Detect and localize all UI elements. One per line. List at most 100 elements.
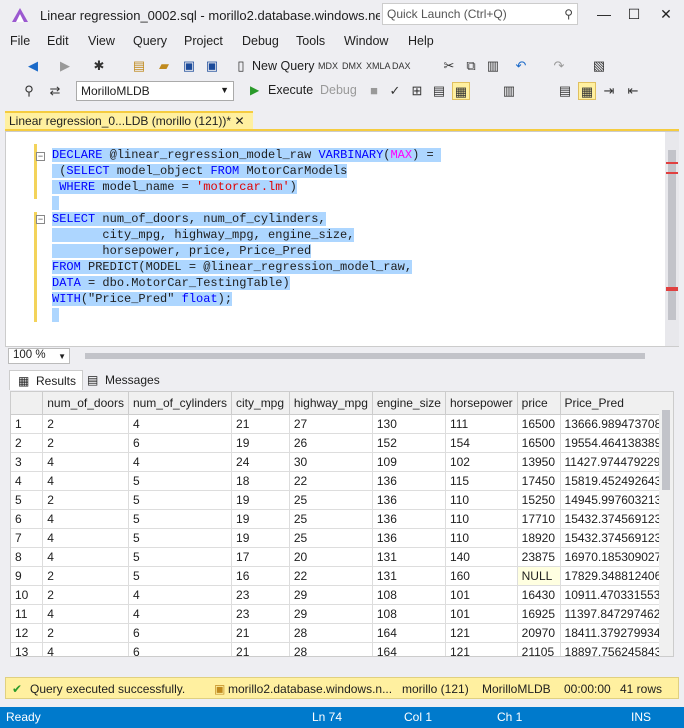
table-cell[interactable]: 164 xyxy=(372,623,446,643)
minimize-button[interactable]: — xyxy=(590,4,618,26)
back-icon[interactable]: ◀ xyxy=(24,57,42,75)
column-header[interactable]: engine_size xyxy=(372,392,446,415)
table-cell[interactable]: 19 xyxy=(231,490,290,510)
new-query-icon[interactable]: ▯ xyxy=(232,57,250,75)
table-cell[interactable]: 5 xyxy=(128,471,233,491)
table-cell[interactable]: 16430 xyxy=(517,585,561,605)
table-cell[interactable]: 110 xyxy=(445,490,518,510)
table-cell[interactable]: 2 xyxy=(42,623,129,643)
row-number[interactable]: 6 xyxy=(11,509,44,529)
table-cell[interactable]: 23 xyxy=(231,585,290,605)
table-cell[interactable]: 23875 xyxy=(517,547,561,567)
table-cell[interactable]: 121 xyxy=(445,642,518,656)
table-cell[interactable]: 110 xyxy=(445,528,518,548)
table-cell[interactable]: 16970.1853090277 xyxy=(560,547,673,567)
menu-window[interactable]: Window xyxy=(344,34,388,48)
column-header[interactable]: highway_mpg xyxy=(289,392,373,415)
row-number[interactable]: 3 xyxy=(11,452,44,472)
tab-query-document[interactable]: Linear regression_0...LDB (morillo (121)… xyxy=(5,111,253,129)
row-number[interactable]: 4 xyxy=(11,471,44,491)
table-cell[interactable]: 14945.9976032138 xyxy=(560,490,673,510)
table-cell[interactable]: 16925 xyxy=(517,604,561,624)
table-cell[interactable]: 110 xyxy=(445,509,518,529)
row-number[interactable]: 9 xyxy=(11,566,44,586)
row-number[interactable]: 8 xyxy=(11,547,44,567)
debug-button[interactable]: Debug xyxy=(320,83,357,97)
table-cell[interactable]: 24 xyxy=(231,452,290,472)
outdent-icon[interactable]: ⇤ xyxy=(624,82,642,100)
table-cell[interactable]: 102 xyxy=(445,452,518,472)
zoom-select[interactable]: 100 % ▼ xyxy=(8,348,70,364)
table-cell[interactable]: 4 xyxy=(42,642,129,656)
table-row[interactable]: 11 4 4 23 29 108 101 16925 11397.8472974629 xyxy=(11,604,673,624)
row-number[interactable]: 7 xyxy=(11,528,44,548)
table-cell[interactable]: NULL xyxy=(517,566,561,586)
table-cell[interactable]: 16500 xyxy=(517,414,561,434)
table-cell[interactable]: 136 xyxy=(372,471,446,491)
column-header[interactable]: city_mpg xyxy=(231,392,290,415)
table-cell[interactable]: 136 xyxy=(372,509,446,529)
editor-horizontal-scrollbar[interactable] xyxy=(85,353,645,359)
sql-editor[interactable]: − − DECLARE @linear_regression_model_raw… xyxy=(5,131,679,347)
table-cell[interactable]: 101 xyxy=(445,604,518,624)
table-cell[interactable]: 17450 xyxy=(517,471,561,491)
table-cell[interactable]: 21105 xyxy=(517,642,561,656)
table-cell[interactable]: 101 xyxy=(445,585,518,605)
table-cell[interactable]: 108 xyxy=(372,604,446,624)
table-cell[interactable]: 13666.9894737085 xyxy=(560,414,673,434)
scroll-thumb[interactable] xyxy=(668,150,676,320)
grid-vertical-scrollbar[interactable] xyxy=(659,392,673,656)
table-cell[interactable]: 109 xyxy=(372,452,446,472)
table-row[interactable]: 6 4 5 19 25 136 110 17710 15432.3745691232 xyxy=(11,509,673,529)
redo-icon[interactable]: ↷ xyxy=(550,57,568,75)
table-cell[interactable]: 4 xyxy=(128,604,233,624)
maximize-button[interactable]: ☐ xyxy=(620,4,648,26)
table-cell[interactable]: 131 xyxy=(372,566,446,586)
table-cell[interactable]: 160 xyxy=(445,566,518,586)
collapse-icon[interactable]: − xyxy=(36,215,45,224)
copy-icon[interactable]: ⧉ xyxy=(462,57,480,75)
table-cell[interactable]: 4 xyxy=(42,452,129,472)
table-cell[interactable]: 108 xyxy=(372,585,446,605)
table-cell[interactable]: 6 xyxy=(128,623,233,643)
table-cell[interactable]: 18411.379279934 xyxy=(560,623,673,643)
table-cell[interactable]: 28 xyxy=(289,642,373,656)
table-cell[interactable]: 21 xyxy=(231,642,290,656)
comment-icon[interactable]: ▤ xyxy=(556,82,574,100)
table-cell[interactable]: 152 xyxy=(372,433,446,453)
column-header[interactable]: price xyxy=(517,392,561,415)
table-row[interactable]: 1 2 4 21 27 130 111 16500 13666.9894737085 xyxy=(11,414,673,434)
table-row[interactable]: 7 4 5 19 25 136 110 18920 15432.3745691232 xyxy=(11,528,673,548)
table-row[interactable]: 13 4 6 21 28 164 121 21105 18897.7562458434 xyxy=(11,642,673,656)
column-header[interactable]: num_of_doors xyxy=(42,392,129,415)
cut-icon[interactable]: ✂ xyxy=(440,57,458,75)
query-options-icon[interactable]: ▥ xyxy=(500,82,518,100)
table-cell[interactable]: 19 xyxy=(231,528,290,548)
menu-query[interactable]: Query xyxy=(133,34,167,48)
table-cell[interactable]: 140 xyxy=(445,547,518,567)
table-cell[interactable]: 4 xyxy=(128,414,233,434)
new-project-icon[interactable]: ✱ xyxy=(90,57,108,75)
open-folder-icon[interactable]: ▰ xyxy=(155,57,173,75)
table-cell[interactable]: 2 xyxy=(42,414,129,434)
table-row[interactable]: 12 2 6 21 28 164 121 20970 18411.379279934 xyxy=(11,623,673,643)
row-number[interactable]: 12 xyxy=(11,623,44,643)
table-cell[interactable]: 2 xyxy=(42,585,129,605)
table-cell[interactable]: 29 xyxy=(289,604,373,624)
row-number[interactable]: 1 xyxy=(11,414,44,434)
column-header[interactable] xyxy=(11,392,44,415)
table-cell[interactable]: 4 xyxy=(42,604,129,624)
table-cell[interactable]: 15432.3745691232 xyxy=(560,509,673,529)
table-cell[interactable]: 136 xyxy=(372,490,446,510)
table-cell[interactable]: 18920 xyxy=(517,528,561,548)
table-cell[interactable]: 121 xyxy=(445,623,518,643)
table-cell[interactable]: 30 xyxy=(289,452,373,472)
table-cell[interactable]: 4 xyxy=(42,528,129,548)
menu-project[interactable]: Project xyxy=(184,34,223,48)
table-row[interactable]: 5 2 5 19 25 136 110 15250 14945.9976032138 xyxy=(11,490,673,510)
column-header[interactable]: Price_Pred xyxy=(560,392,673,415)
solution-explorer-icon[interactable]: ▧ xyxy=(590,57,608,75)
table-cell[interactable]: 18 xyxy=(231,471,290,491)
editor-vertical-scrollbar[interactable] xyxy=(665,132,679,346)
table-cell[interactable]: 17710 xyxy=(517,509,561,529)
